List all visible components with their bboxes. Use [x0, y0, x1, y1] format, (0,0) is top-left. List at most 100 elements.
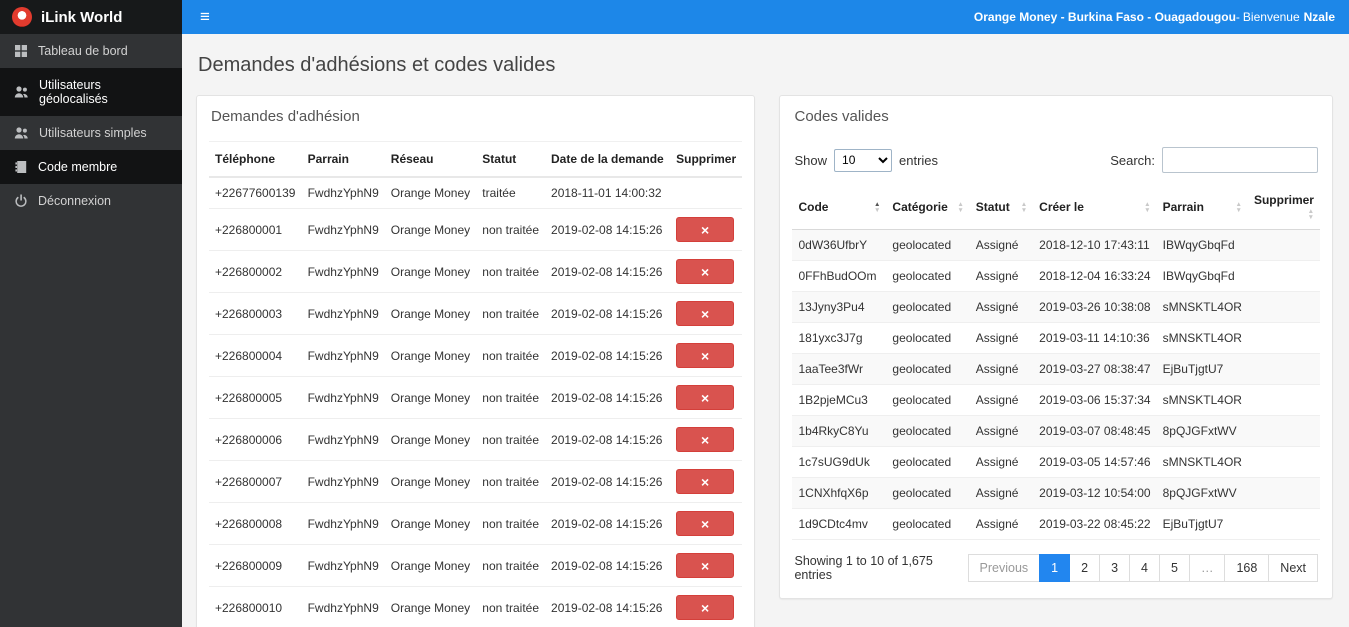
table-row: 13Jyny3Pu4 geolocated Assigné 2019-03-26 10…: [792, 291, 1320, 323]
column-label: Code: [798, 200, 829, 214]
header-separator: -: [1235, 10, 1240, 24]
cell-categorie: geolocated: [892, 300, 952, 314]
brand-title: iLink World: [41, 8, 123, 26]
pagination-page-3[interactable]: 3: [1099, 554, 1131, 582]
sidebar-item-utilisateurs-simples[interactable]: Utilisateurs simples: [0, 116, 182, 150]
cell-reseau: Orange Money: [384, 250, 477, 293]
pagination-next[interactable]: Next: [1268, 554, 1318, 582]
brand[interactable]: iLink World: [0, 0, 182, 34]
cell-categorie: geolocated: [892, 269, 952, 283]
pagination-page-168[interactable]: 168: [1224, 554, 1270, 582]
adh-col-parrain: Parrain: [301, 141, 385, 178]
cell-statut: non traitée: [476, 460, 546, 503]
pagination-page-2[interactable]: 2: [1069, 554, 1101, 582]
cell-reseau: Orange Money: [384, 502, 477, 545]
codes-col-code[interactable]: Code ▲ ▼: [792, 185, 887, 230]
cell-code: 1B2pjeMCu3: [798, 393, 868, 407]
pagination-page-1[interactable]: 1: [1039, 554, 1071, 582]
cell-supprimer: ×: [670, 502, 743, 545]
sidebar-item-deconnexion[interactable]: Déconnexion: [0, 184, 182, 218]
cell-parrain: 8pQJGFxtWV: [1162, 424, 1237, 438]
delete-button[interactable]: ×: [676, 217, 735, 242]
cell-supprimer: [1248, 416, 1320, 447]
sidebar-item-tableau-de-bord[interactable]: Tableau de bord: [0, 34, 182, 68]
table-row: +226800003 FwdhzYphN9 Orange Money non trai…: [209, 292, 743, 335]
cell-date: 2019-02-08 14:15:26: [545, 502, 671, 545]
cell-reseau: Orange Money: [384, 376, 477, 419]
table-row: +22677600139 FwdhzYphN9 Orange Money traité…: [209, 177, 743, 209]
page-length-select[interactable]: 10: [834, 148, 893, 172]
codes-panel: Codes valides Show 10 entries Search: Co…: [779, 95, 1333, 599]
delete-button[interactable]: ×: [676, 553, 735, 578]
codes-col-creer-le[interactable]: Créer le ▲ ▼: [1033, 185, 1157, 230]
cell-supprimer: ×: [670, 544, 743, 587]
delete-button[interactable]: ×: [676, 385, 735, 410]
table-row: +226800010 FwdhzYphN9 Orange Money non trai…: [209, 586, 743, 627]
adh-col-reseau: Réseau: [384, 141, 477, 178]
codes-col-supprimer[interactable]: Supprimer ▲ ▼: [1247, 185, 1320, 230]
delete-button[interactable]: ×: [676, 301, 735, 326]
codes-col-categorie[interactable]: Catégorie ▲ ▼: [886, 185, 970, 230]
cell-creer-le: 2019-03-06 15:37:34: [1039, 393, 1151, 407]
table-row: +226800009 FwdhzYphN9 Orange Money non trai…: [209, 544, 743, 587]
delete-button[interactable]: ×: [676, 343, 735, 368]
cell-categorie: geolocated: [892, 517, 952, 531]
cell-code: 0FFhBudOOm: [798, 269, 877, 283]
delete-button[interactable]: ×: [676, 595, 735, 620]
adhesions-table: Téléphone Parrain Réseau Statut Date de …: [209, 141, 743, 627]
delete-button[interactable]: ×: [676, 427, 735, 452]
header-welcome: Bienvenue: [1242, 10, 1300, 24]
delete-button[interactable]: ×: [676, 259, 735, 284]
adhesions-header-row: Téléphone Parrain Réseau Statut Date de …: [209, 141, 743, 178]
pagination-previous[interactable]: Previous: [967, 554, 1041, 582]
cell-code: 1d9CDtc4mv: [798, 517, 868, 531]
table-row: 1CNXhfqX6p geolocated Assigné 2019-03-12 10…: [792, 477, 1320, 509]
codes-col-statut[interactable]: Statut ▲ ▼: [969, 185, 1034, 230]
table-row: 0FFhBudOOm geolocated Assigné 2018-12-04 16…: [792, 261, 1320, 292]
adhesions-tbody: +22677600139 FwdhzYphN9 Orange Money traité…: [209, 177, 743, 627]
pagination-page-4[interactable]: 4: [1129, 554, 1160, 582]
codes-header-row: Code ▲ ▼ Catégorie ▲ ▼ Statut ▲ ▼ Créer …: [792, 185, 1320, 230]
cell-supprimer: ×: [670, 250, 743, 293]
column-label: Créer le: [1039, 200, 1084, 214]
cell-statut: Assigné: [975, 393, 1019, 407]
cell-parrain: EjBuTjgtU7: [1162, 517, 1224, 531]
cell-code: 1b4RkyC8Yu: [798, 424, 869, 438]
cell-date: 2019-02-08 14:15:26: [545, 586, 671, 627]
page-title: Demandes d'adhésions et codes valides: [198, 54, 556, 76]
sidebar-item-code-membre[interactable]: Code membre: [0, 150, 182, 184]
column-label: Statut: [975, 200, 1010, 214]
header-location: Orange Money - Burkina Faso - Ouagadougo…: [973, 10, 1236, 24]
column-label: Parrain: [1162, 200, 1204, 214]
cell-reseau: Orange Money: [384, 460, 477, 503]
column-label: Supprimer: [1253, 193, 1314, 207]
cell-categorie: geolocated: [892, 455, 952, 469]
power-icon: [15, 194, 27, 207]
codes-table: Code ▲ ▼ Catégorie ▲ ▼ Statut ▲ ▼ Créer …: [792, 185, 1320, 540]
cell-code: 0dW36UfbrY: [798, 238, 868, 252]
codes-col-parrain[interactable]: Parrain ▲ ▼: [1156, 185, 1248, 230]
table-row: +226800006 FwdhzYphN9 Orange Money non trai…: [209, 418, 743, 461]
delete-button[interactable]: ×: [676, 511, 735, 536]
sort-icon: ▲ ▼: [957, 201, 964, 214]
cell-statut: traitée: [476, 177, 546, 209]
cell-parrain: sMNSKTL4OR: [1162, 455, 1242, 469]
cell-code: 181yxc3J7g: [798, 331, 863, 345]
cell-parrain: FwdhzYphN9: [301, 586, 385, 627]
hamburger-menu-icon[interactable]: ≡: [182, 0, 228, 34]
cell-categorie: geolocated: [892, 486, 952, 500]
table-row: +226800004 FwdhzYphN9 Orange Money non trai…: [209, 334, 743, 377]
cell-statut: non traitée: [476, 292, 546, 335]
search-input[interactable]: [1162, 147, 1318, 173]
cell-code: 13Jyny3Pu4: [798, 300, 865, 314]
cell-date: 2019-02-08 14:15:26: [545, 208, 671, 251]
pagination-page-5[interactable]: 5: [1158, 554, 1190, 582]
sidebar-item-utilisateurs-geolocalises[interactable]: Utilisateurs géolocalisés: [0, 68, 182, 116]
cell-parrain: FwdhzYphN9: [301, 376, 385, 419]
codes-table-footer: Showing 1 to 10 of 1,675 entries Previou…: [792, 540, 1320, 586]
pagination-ellipsis[interactable]: …: [1188, 554, 1226, 582]
sort-icon: ▲ ▼: [1020, 201, 1028, 214]
delete-button[interactable]: ×: [676, 469, 735, 494]
sort-icon: ▲ ▼: [1307, 208, 1314, 221]
sort-icon: ▲ ▼: [873, 201, 881, 214]
